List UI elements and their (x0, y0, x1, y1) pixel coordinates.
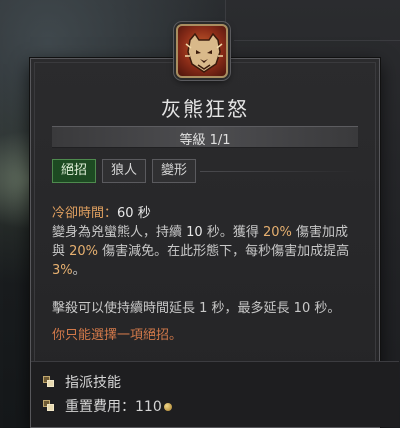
tooltip-footer: 指派技能 重置費用：110 (31, 361, 399, 427)
skill-tags: 絕招 狼人 變形 (52, 159, 197, 183)
description-line-1: 變身為兇蠻熊人，持續 10 秒。獲得 20% 傷害加成 (52, 223, 372, 242)
description-extension: 擊殺可以使持續時間延長 1 秒，最多延長 10 秒。 (52, 301, 341, 316)
desc-text: 。 (72, 263, 86, 278)
assign-skill-label: 指派技能 (65, 375, 121, 391)
skill-name: 灰熊狂怒 (161, 97, 249, 121)
desc-damage-reduction: 20% (69, 244, 99, 259)
desc-text: 變身為兇蠻熊人，持續 (52, 225, 187, 240)
respec-cost: 重置費用：110 (65, 396, 172, 416)
tag-ultimate: 絕招 (52, 159, 97, 183)
desc-text: 與 (52, 244, 70, 259)
desc-text: 秒。獲得 (202, 225, 263, 240)
desc-damage-increase: 3% (52, 263, 73, 278)
rank-bar: 等級 1/1 (52, 126, 358, 148)
tag-shapeshifting: 變形 (152, 159, 197, 183)
description-line-2: 與 20% 傷害減免。在此形態下，每秒傷害加成提高 (52, 242, 372, 261)
cooldown-label: 冷卻時間： (52, 206, 118, 221)
cooldown-line: 冷卻時間：60 秒 (52, 204, 372, 223)
skill-description: 冷卻時間：60 秒 變身為兇蠻熊人，持續 10 秒。獲得 20% 傷害加成 與 … (52, 204, 372, 345)
cooldown-value: 60 秒 (117, 206, 151, 221)
rank-text: 等級 1/1 (179, 133, 231, 148)
respec-cost-row[interactable]: 重置費用：110 (43, 396, 172, 416)
desc-text: 傷害減免。在此形態下，每秒傷害加成提高 (98, 244, 350, 259)
key-icon (43, 376, 55, 388)
desc-text: 傷害加成 (291, 225, 348, 240)
ultimate-warning: 你只能選擇一項絕招。 (52, 328, 183, 343)
gold-coin-icon (163, 403, 172, 411)
description-line-3: 3%。 (52, 261, 372, 280)
grizzly-rage-icon (176, 24, 228, 78)
key-icon (43, 400, 55, 412)
desc-damage-bonus: 20% (262, 225, 292, 240)
tag-divider (200, 171, 358, 172)
respec-value: 110 (135, 399, 162, 415)
respec-label: 重置費用： (65, 399, 135, 415)
desc-duration: 10 (186, 225, 203, 240)
tag-werewolf: 狼人 (102, 159, 147, 183)
assign-skill-row[interactable]: 指派技能 (43, 372, 121, 392)
